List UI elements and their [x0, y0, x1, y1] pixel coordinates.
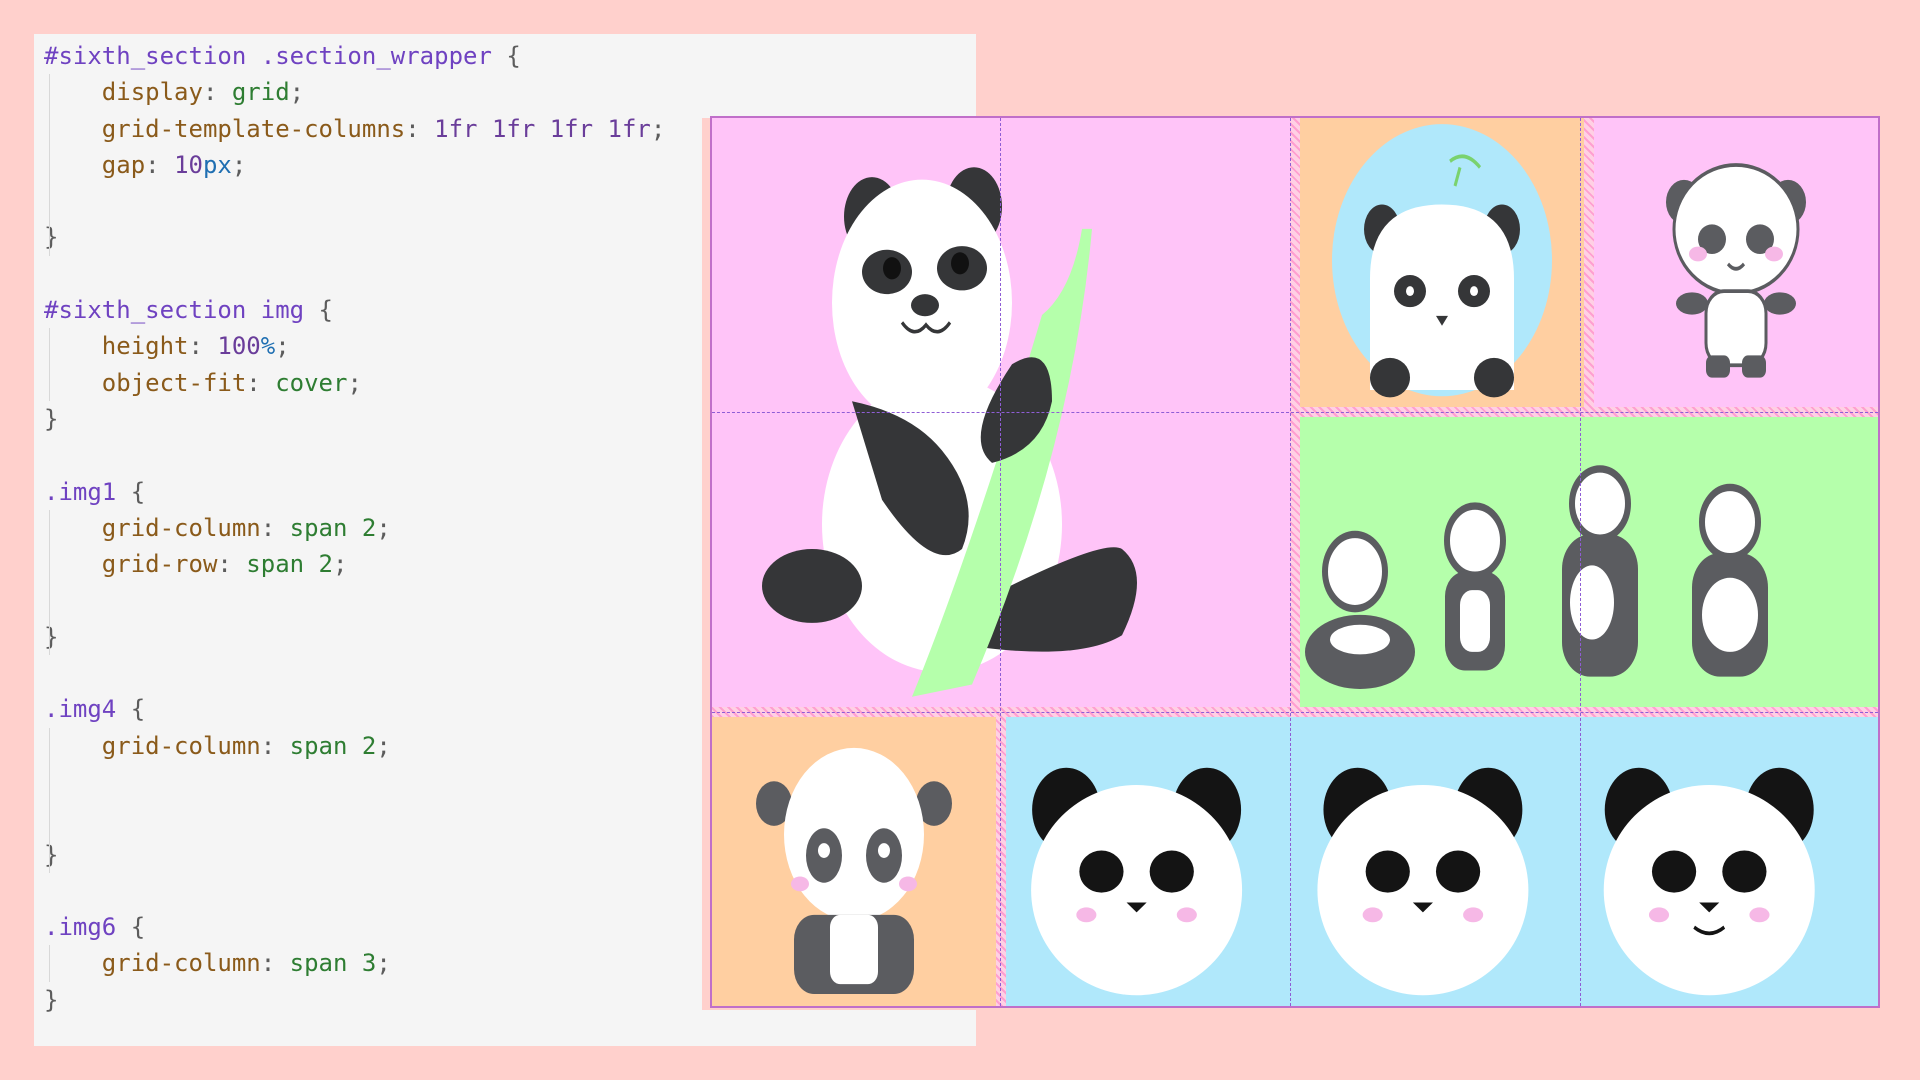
code-token: {	[506, 42, 521, 70]
indent-guide	[49, 183, 50, 220]
code-token: ;	[650, 114, 666, 143]
code-token: :	[260, 513, 290, 542]
code-token: 100	[217, 332, 261, 361]
sitting-baby-panda-image	[712, 716, 996, 1006]
four-pandas-image	[1300, 417, 1878, 707]
code-token: gap	[101, 150, 146, 179]
indent-guide	[49, 146, 50, 184]
code-token: }	[44, 840, 59, 869]
indent-guide	[49, 836, 50, 873]
code-token: #sixth_section .section_wrapper	[44, 42, 507, 70]
indent-guide	[49, 800, 50, 837]
code-token: ;	[376, 513, 391, 542]
code-token: {	[130, 913, 146, 942]
section-wrapper-grid	[710, 116, 1880, 1008]
indent-guide	[49, 945, 50, 982]
code-token: :	[260, 949, 290, 978]
code-token: display	[101, 78, 203, 107]
grid-line-guide	[712, 712, 1878, 713]
code-token: ;	[289, 78, 305, 107]
code-token: ;	[347, 368, 362, 397]
indent-guide	[49, 618, 50, 656]
code-token: :	[405, 114, 435, 143]
code-token: }	[44, 622, 59, 651]
code-token: {	[130, 695, 146, 724]
indent-guide	[49, 546, 50, 583]
code-token: ;	[231, 150, 247, 179]
indent-guide	[49, 219, 50, 256]
code-token: :	[217, 550, 247, 579]
code-token: ;	[333, 550, 348, 579]
code-token: .img4	[44, 695, 131, 724]
code-token: {	[130, 477, 146, 506]
code-token: ;	[376, 949, 391, 978]
code-token: ;	[376, 731, 391, 760]
code-token: grid-template-columns	[101, 114, 406, 143]
code-token: span 2	[246, 550, 333, 579]
code-token: :	[246, 368, 276, 397]
code-token: span 3	[289, 949, 377, 978]
indent-guide	[49, 110, 50, 147]
indent-guide	[49, 74, 50, 111]
code-token: grid-row	[101, 550, 218, 579]
indent-guide	[49, 364, 50, 401]
code-token: }	[44, 223, 59, 252]
code-line: display: grid;	[34, 74, 976, 111]
code-token: .img1	[44, 477, 131, 506]
code-token: {	[318, 296, 333, 325]
code-token: px	[202, 150, 232, 179]
code-token: %	[260, 332, 276, 361]
grid-preview	[702, 116, 1888, 1010]
panda-peeking-circle-image	[1300, 118, 1584, 408]
code-token: .img6	[44, 913, 131, 942]
code-token: #sixth_section img	[44, 296, 319, 325]
code-token: grid-column	[101, 949, 261, 978]
code-token: grid	[231, 78, 290, 107]
code-token: grid-column	[101, 513, 261, 542]
indent-guide	[49, 582, 50, 619]
indent-guide	[49, 763, 50, 801]
indent-guide	[49, 727, 50, 764]
code-token: height	[101, 332, 189, 361]
code-token: :	[188, 332, 218, 361]
standing-panda-image	[1594, 118, 1878, 408]
code-line: #sixth_section .section_wrapper {	[34, 38, 976, 74]
code-token: span 2	[289, 513, 377, 542]
code-token: span 2	[289, 731, 377, 760]
code-token: 1fr 1fr 1fr 1fr	[434, 114, 651, 143]
three-panda-faces-image	[1006, 716, 1878, 1006]
code-token: :	[202, 78, 232, 107]
code-token: 10	[174, 150, 203, 179]
indent-guide	[49, 509, 50, 547]
code-token: cover	[275, 368, 348, 397]
code-token: ;	[275, 332, 290, 361]
code-token: object-fit	[101, 368, 247, 397]
code-token: :	[145, 150, 175, 179]
code-token: }	[44, 404, 59, 433]
panda-with-bamboo-image	[712, 118, 1290, 707]
code-token: }	[44, 985, 59, 1014]
code-token: :	[260, 731, 290, 760]
indent-guide	[49, 328, 50, 365]
code-token: grid-column	[101, 731, 261, 760]
